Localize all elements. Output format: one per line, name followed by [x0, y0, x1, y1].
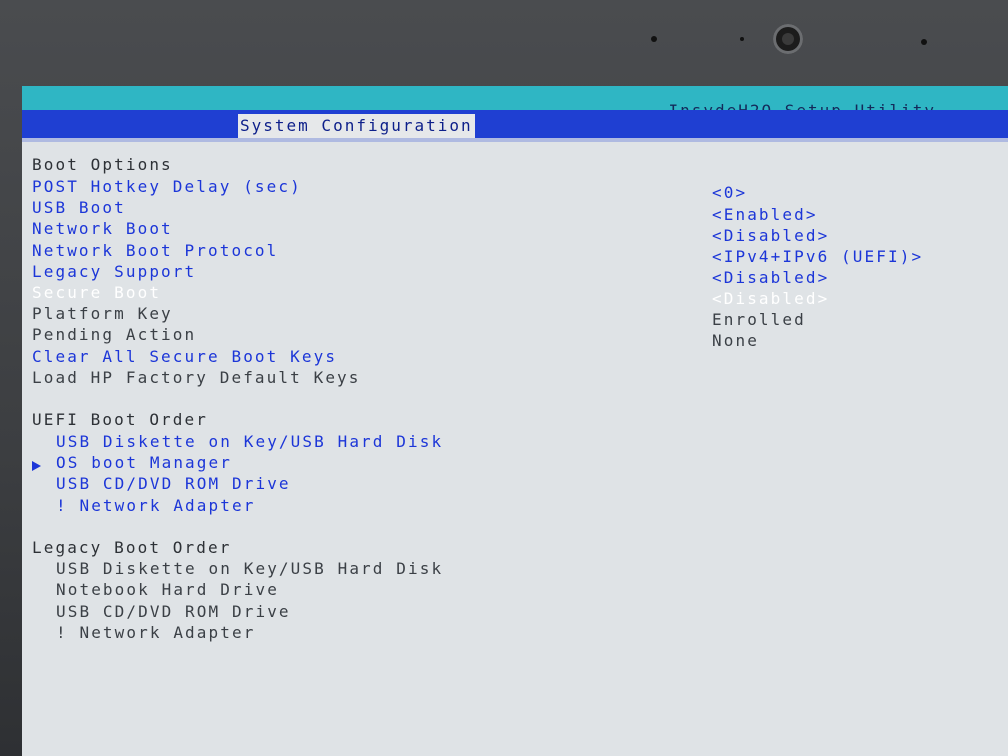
value-pending-action: None — [712, 331, 759, 350]
legacy-boot-item: ! Network Adapter — [56, 623, 256, 642]
camera-icon — [773, 24, 803, 54]
uefi-boot-item[interactable]: ! Network Adapter — [56, 496, 255, 516]
sensor-dot — [651, 36, 657, 42]
top-strip — [22, 86, 1008, 100]
uefi-boot-item[interactable]: USB CD/DVD ROM Drive — [56, 474, 291, 494]
value-post-hotkey-delay[interactable]: <0> — [712, 183, 747, 203]
section-heading-legacy-boot-order: Legacy Boot Order — [32, 538, 232, 557]
value-platform-key: Enrolled — [712, 310, 806, 329]
bios-screen: InsydeH2O Setup Utility System Configura… — [22, 86, 1008, 756]
legacy-boot-item: USB CD/DVD ROM Drive — [56, 602, 291, 621]
menu-tab-system-configuration[interactable]: System Configuration — [238, 114, 475, 138]
uefi-boot-item[interactable]: USB Diskette on Key/USB Hard Disk — [56, 432, 443, 452]
divider — [22, 138, 1008, 142]
legacy-boot-item: Notebook Hard Drive — [56, 580, 279, 599]
value-secure-boot[interactable]: <Disabled> — [712, 289, 829, 309]
menu-bar: System Configuration — [22, 110, 1008, 138]
option-secure-boot[interactable]: Secure Boot — [32, 283, 161, 303]
uefi-boot-item[interactable]: OS boot Manager — [56, 453, 232, 473]
section-heading-uefi-boot-order: UEFI Boot Order — [32, 410, 208, 429]
option-network-boot-protocol[interactable]: Network Boot Protocol — [32, 241, 278, 261]
option-usb-boot[interactable]: USB Boot — [32, 198, 126, 218]
value-network-boot-protocol[interactable]: <IPv4+IPv6 (UEFI)> — [712, 247, 923, 267]
sensor-dot — [740, 37, 744, 41]
legacy-boot-item: USB Diskette on Key/USB Hard Disk — [56, 559, 444, 578]
arrow-right-icon — [32, 461, 41, 471]
option-network-boot[interactable]: Network Boot — [32, 219, 173, 239]
option-legacy-support[interactable]: Legacy Support — [32, 262, 196, 282]
value-usb-boot[interactable]: <Enabled> — [712, 205, 818, 225]
section-heading-boot-options: Boot Options — [32, 155, 173, 174]
sensor-dot — [921, 39, 927, 45]
value-network-boot[interactable]: <Disabled> — [712, 226, 829, 246]
option-load-hp-factory-default-keys: Load HP Factory Default Keys — [32, 368, 361, 387]
option-platform-key: Platform Key — [32, 304, 173, 323]
value-legacy-support[interactable]: <Disabled> — [712, 268, 829, 288]
option-pending-action: Pending Action — [32, 325, 197, 344]
option-clear-all-secure-boot-keys[interactable]: Clear All Secure Boot Keys — [32, 347, 337, 367]
option-post-hotkey-delay[interactable]: POST Hotkey Delay (sec) — [32, 177, 302, 197]
